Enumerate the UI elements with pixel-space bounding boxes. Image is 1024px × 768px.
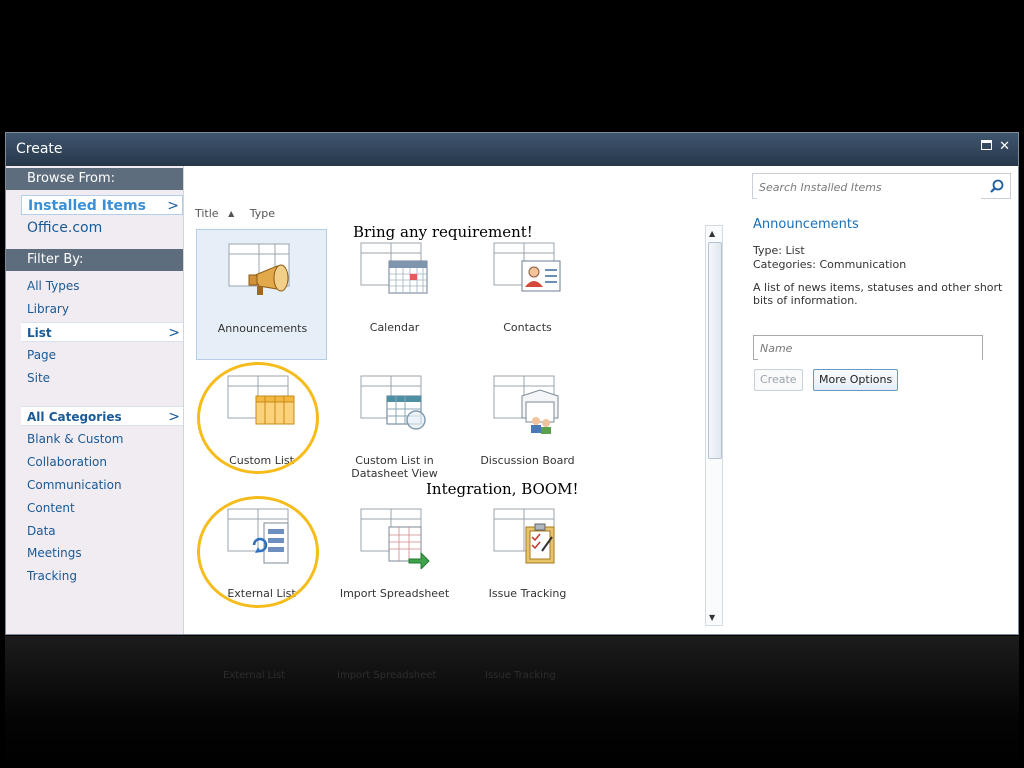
tile-label: Custom List: [229, 454, 294, 467]
reflection-label: Import Spreadsheet: [337, 670, 437, 681]
reflection-label: External List: [223, 670, 286, 681]
reflection-label: Issue Tracking: [485, 670, 556, 681]
create-button[interactable]: Create: [754, 369, 803, 391]
callout-integration: Integration, BOOM!: [426, 480, 579, 498]
sidebar-item-collaboration[interactable]: Collaboration: [21, 452, 183, 472]
custom-list-icon: [226, 374, 298, 436]
callout-bring-requirement: Bring any requirement!: [353, 223, 533, 241]
sidebar-item-library[interactable]: Library: [21, 299, 183, 319]
dialog-titlebar: Create ✕: [6, 133, 1018, 166]
sidebar-item-label: Office.com: [27, 220, 103, 236]
maximize-icon[interactable]: [981, 139, 992, 154]
sidebar-item-office-com[interactable]: Office.com: [21, 218, 183, 238]
sidebar-item-label: Meetings: [27, 546, 82, 560]
tile-label: Custom List in Datasheet View: [351, 454, 438, 480]
sidebar-item-page[interactable]: Page: [21, 345, 183, 365]
calendar-icon: [359, 241, 431, 303]
tile-label: Announcements: [217, 322, 308, 335]
tile-custom-list[interactable]: Custom List: [196, 362, 327, 493]
sort-by-title[interactable]: Title ▲: [195, 207, 240, 220]
tile-issue-tracking[interactable]: Issue Tracking: [462, 495, 593, 626]
sidebar-item-label: Blank & Custom: [27, 432, 124, 446]
search-icon[interactable]: [990, 178, 1004, 197]
dialog-reflection: External List Import Spreadsheet Issue T…: [5, 636, 1019, 768]
megaphone-icon: [227, 242, 299, 304]
import-spreadsheet-icon: [359, 507, 431, 571]
scroll-thumb[interactable]: [708, 242, 722, 459]
sidebar-item-label: Collaboration: [27, 455, 107, 469]
sidebar-item-all-categories[interactable]: All Categories >: [21, 406, 183, 426]
details-type: Type: List: [753, 244, 805, 257]
tile-announcements[interactable]: Announcements: [196, 229, 327, 360]
tile-calendar[interactable]: Calendar: [329, 229, 460, 360]
sidebar-item-label: Library: [27, 302, 69, 316]
datasheet-icon: [359, 374, 431, 436]
create-dialog: Create ✕ Browse From: Installed Items > …: [5, 132, 1019, 635]
sidebar-item-installed-items[interactable]: Installed Items >: [21, 195, 183, 215]
details-categories: Categories: Communication: [753, 258, 907, 271]
sort-by-type[interactable]: Type: [250, 207, 275, 220]
dialog-title: Create: [16, 141, 63, 157]
sort-ascending-icon: ▲: [228, 209, 235, 218]
sidebar-item-label: Content: [27, 501, 75, 515]
scroll-down-icon[interactable]: ▼: [709, 613, 715, 622]
details-title: Announcements: [753, 217, 859, 232]
sidebar-item-list[interactable]: List >: [21, 322, 183, 342]
tile-custom-list-datasheet[interactable]: Custom List in Datasheet View: [329, 362, 460, 493]
sidebar-item-communication[interactable]: Communication: [21, 475, 183, 495]
sidebar-item-tracking[interactable]: Tracking: [21, 566, 183, 586]
tile-label: Calendar: [369, 321, 420, 334]
discussion-icon: [492, 374, 564, 436]
sidebar-item-label: All Types: [27, 279, 80, 293]
tile-label: Discussion Board: [480, 454, 575, 467]
tile-label: Issue Tracking: [488, 587, 567, 600]
scroll-up-icon[interactable]: ▲: [709, 229, 715, 238]
sidebar-item-blank-custom[interactable]: Blank & Custom: [21, 429, 183, 449]
more-options-button[interactable]: More Options: [813, 369, 899, 391]
sort-title-label: Title: [195, 207, 219, 220]
filter-by-header: Filter By:: [6, 249, 183, 271]
chevron-right-icon: >: [168, 325, 180, 341]
sidebar-item-label: Site: [27, 371, 51, 385]
sidebar-item-label: Tracking: [27, 569, 77, 583]
name-field[interactable]: [758, 337, 982, 360]
tiles-scrollbar[interactable]: ▲ ▼: [705, 225, 723, 626]
close-icon[interactable]: ✕: [999, 139, 1010, 154]
contact-card-icon: [492, 241, 564, 303]
sidebar-item-data[interactable]: Data: [21, 521, 183, 541]
details-description: A list of news items, statuses and other…: [753, 281, 1003, 307]
sort-header: Title ▲ Type: [195, 207, 281, 220]
sidebar-item-label: All Categories: [27, 410, 122, 424]
sidebar: Browse From: Installed Items > Office.co…: [6, 166, 184, 634]
name-field-wrap: [753, 335, 983, 360]
chevron-right-icon: >: [168, 409, 180, 425]
tile-discussion-board[interactable]: Discussion Board: [462, 362, 593, 493]
sidebar-item-label: Installed Items: [28, 198, 146, 214]
sidebar-item-content[interactable]: Content: [21, 498, 183, 518]
search-box: [752, 173, 1011, 199]
sidebar-item-site[interactable]: Site: [21, 368, 183, 388]
sidebar-item-label: List: [27, 326, 52, 340]
chevron-right-icon: >: [167, 198, 179, 214]
browse-from-header: Browse From:: [6, 168, 183, 190]
issue-tracking-icon: [492, 507, 564, 569]
tile-label: Import Spreadsheet: [339, 587, 450, 600]
sidebar-item-label: Page: [27, 348, 57, 362]
tile-external-list[interactable]: External List: [196, 495, 327, 626]
sidebar-item-label: Communication: [27, 478, 122, 492]
search-input[interactable]: [757, 175, 981, 199]
sidebar-item-label: Data: [27, 524, 56, 538]
tile-label: External List: [227, 587, 296, 600]
tile-label: Contacts: [503, 321, 552, 334]
sidebar-item-all-types[interactable]: All Types: [21, 276, 183, 296]
sidebar-item-meetings[interactable]: Meetings: [21, 543, 183, 563]
external-list-icon: [226, 507, 298, 569]
tile-import-spreadsheet[interactable]: Import Spreadsheet: [329, 495, 460, 626]
tile-contacts[interactable]: Contacts: [462, 229, 593, 360]
